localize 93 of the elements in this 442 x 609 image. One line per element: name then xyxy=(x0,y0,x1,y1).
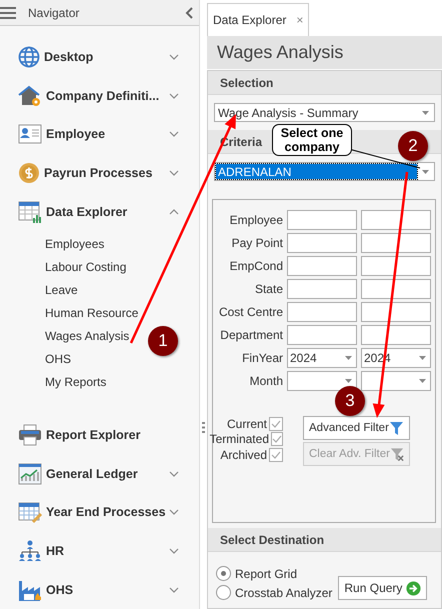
page-title: Wages Analysis xyxy=(207,36,442,69)
dropdown-arrow-icon[interactable] xyxy=(418,356,426,360)
callout-text: Select one company xyxy=(272,124,352,156)
chevron-down-icon[interactable] xyxy=(169,470,179,477)
navigator-subitem[interactable]: OHS xyxy=(45,348,72,371)
printer-icon xyxy=(18,424,42,446)
dropdown-arrow-icon[interactable] xyxy=(422,110,428,114)
run-query-button[interactable]: Run Query xyxy=(338,576,428,600)
input-field[interactable] xyxy=(361,210,431,230)
radio-label: Crosstab Analyzer xyxy=(235,586,332,600)
input-field[interactable] xyxy=(361,279,431,299)
dropdown-field[interactable] xyxy=(361,371,431,391)
section-header: Select Destination xyxy=(208,528,441,552)
input-field[interactable] xyxy=(287,256,357,276)
chevron-down-icon[interactable] xyxy=(169,54,179,60)
arrow-right-icon xyxy=(406,580,422,596)
dropdown-field[interactable] xyxy=(287,371,357,391)
navigator-subitem[interactable]: Human Resource xyxy=(45,302,138,325)
checkbox[interactable] xyxy=(271,432,283,446)
field-label: Department xyxy=(219,328,283,342)
checkbox[interactable] xyxy=(269,416,283,431)
filter-icon xyxy=(389,420,404,436)
navigator-item[interactable]: OHS xyxy=(46,582,169,597)
spreadsheet-chart-icon xyxy=(18,200,42,224)
advanced-filter-button[interactable]: Advanced Filter xyxy=(303,416,410,440)
navigator-item[interactable]: Data Explorer xyxy=(46,204,169,219)
chevron-down-icon[interactable] xyxy=(169,548,179,554)
field-label: EmpCond xyxy=(228,259,283,273)
input-field[interactable] xyxy=(361,233,431,253)
input-field[interactable] xyxy=(287,279,357,299)
checkbox-label: Archived xyxy=(220,448,267,462)
checkbox-label: Terminated xyxy=(210,432,269,446)
navigator-item[interactable]: Payrun Processes xyxy=(44,166,169,180)
input-field[interactable] xyxy=(361,302,431,322)
input-field[interactable] xyxy=(361,325,431,345)
close-tab-button[interactable]: × xyxy=(296,13,304,27)
dropdown-field[interactable]: 2024 xyxy=(287,348,357,368)
dropdown-arrow-icon[interactable] xyxy=(344,356,352,360)
field-label: State xyxy=(254,282,283,296)
document-tab[interactable]: Data Explorer × xyxy=(207,3,309,36)
globe-icon xyxy=(18,46,40,68)
chevron-down-icon[interactable] xyxy=(169,131,179,138)
navigator-item[interactable]: Year End Processes xyxy=(46,505,169,520)
filter-clear-icon xyxy=(390,446,404,462)
navigator-subitem[interactable]: Employees xyxy=(45,232,104,256)
tab-label: Data Explorer xyxy=(213,13,286,27)
chevron-up-icon[interactable] xyxy=(169,208,179,215)
calendar-icon xyxy=(18,500,42,524)
radio-label: Report Grid xyxy=(235,566,298,580)
id-card-icon xyxy=(18,124,42,144)
navigator-item[interactable]: Employee xyxy=(46,127,169,142)
chevron-down-icon[interactable] xyxy=(169,586,179,593)
navigator-title: Navigator xyxy=(28,6,80,20)
section-header: Selection xyxy=(208,71,441,95)
input-field[interactable] xyxy=(361,256,431,276)
collapse-icon[interactable] xyxy=(185,6,193,19)
dropdown-arrow-icon[interactable] xyxy=(418,379,426,383)
chevron-down-icon[interactable] xyxy=(169,92,179,99)
chevron-down-icon[interactable] xyxy=(169,170,179,176)
navigator-subitem[interactable]: Wages Analysis xyxy=(45,324,130,348)
splitter-handle-icon[interactable] xyxy=(202,422,205,433)
navigator-item[interactable]: Company Definiti... xyxy=(46,88,169,103)
dropdown-arrow-icon[interactable] xyxy=(422,170,428,174)
input-field[interactable] xyxy=(287,233,357,253)
navigator-item[interactable]: HR xyxy=(46,544,169,558)
report-dropdown[interactable]: Wage Analysis - Summary xyxy=(214,103,435,122)
navigator-item[interactable]: Desktop xyxy=(44,50,169,64)
input-field[interactable] xyxy=(287,302,357,322)
radio-button[interactable] xyxy=(216,566,231,581)
field-label: FinYear xyxy=(241,351,283,365)
menu-icon[interactable] xyxy=(0,6,16,19)
factory-icon xyxy=(18,578,42,601)
checkbox[interactable] xyxy=(269,448,283,462)
input-field[interactable] xyxy=(287,210,357,230)
navigator-subitem[interactable]: My Reports xyxy=(45,370,106,394)
radio-button[interactable] xyxy=(216,585,231,600)
navigator-item[interactable]: General Ledger xyxy=(46,466,169,481)
input-field[interactable] xyxy=(287,325,357,345)
house-gear-icon xyxy=(18,84,42,107)
org-chart-icon xyxy=(18,540,42,562)
coin-icon xyxy=(18,162,40,184)
field-label: Pay Point xyxy=(230,236,283,250)
line-chart-icon xyxy=(18,462,42,485)
field-label: Cost Centre xyxy=(218,305,283,319)
chevron-down-icon[interactable] xyxy=(169,509,179,516)
company-dropdown[interactable]: ADRENALAN xyxy=(214,162,435,181)
checkbox-label: Current xyxy=(226,416,267,431)
field-label: Employee xyxy=(228,213,283,227)
navigator-subitem[interactable]: Leave xyxy=(45,278,78,302)
navigator-item[interactable]: Report Explorer xyxy=(46,428,179,442)
field-label: Month xyxy=(248,374,283,388)
dropdown-arrow-icon[interactable] xyxy=(344,379,352,383)
navigator-subitem[interactable]: Labour Costing xyxy=(45,256,126,279)
